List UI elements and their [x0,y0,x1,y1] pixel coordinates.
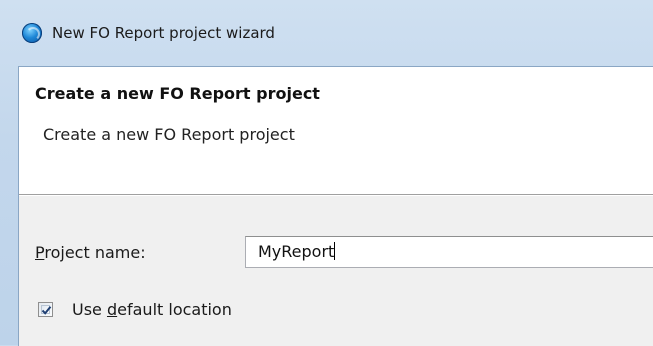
project-name-input[interactable]: MyReport [245,236,653,268]
wizard-content: Create a new FO Report project Create a … [18,66,653,346]
project-name-label: Project name: [35,243,146,262]
wizard-form-area: Project name: MyReport Use default locat… [19,196,653,346]
wizard-page-title: Create a new FO Report project [35,84,320,103]
project-name-label-text: roject name: [44,243,146,262]
use-default-location-mnemonic: d [106,300,118,319]
project-name-row: Project name: MyReport [35,236,653,270]
eclipse-app-icon[interactable] [22,23,42,43]
use-default-location-label[interactable]: Use default location [72,300,232,319]
use-default-location-prefix: Use [72,300,107,319]
project-name-mnemonic: P [35,243,45,262]
project-name-value: MyReport [258,242,335,261]
wizard-banner: Create a new FO Report project Create a … [19,67,653,194]
use-default-location-checkbox[interactable] [38,302,53,317]
title-bar[interactable]: New FO Report project wizard [0,0,653,66]
wizard-window: New FO Report project wizard Create a ne… [0,0,653,346]
check-mark-icon [41,306,52,315]
use-default-location-row[interactable]: Use default location [35,299,435,323]
use-default-location-label-text: efault location [117,300,232,319]
text-caret [334,242,336,260]
wizard-page-description: Create a new FO Report project [43,125,295,144]
window-title: New FO Report project wizard [52,24,275,42]
